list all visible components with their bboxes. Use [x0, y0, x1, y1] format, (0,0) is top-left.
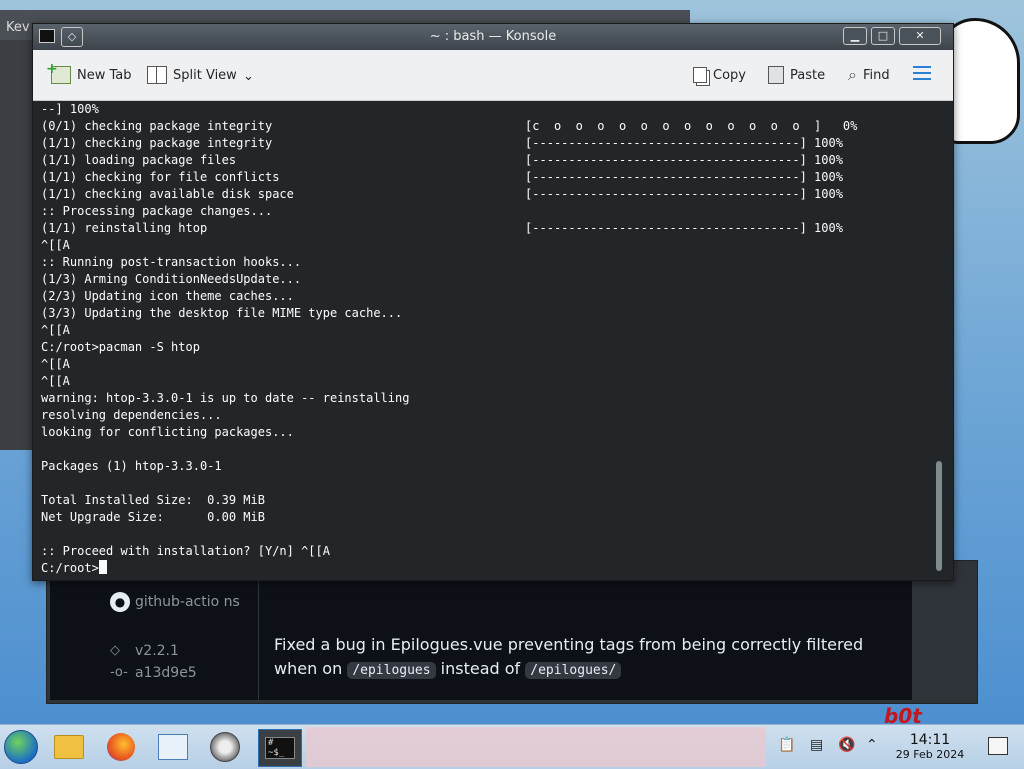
paste-label: Paste — [790, 67, 826, 83]
close-button[interactable]: ✕ — [899, 27, 941, 45]
terminal-line: Total Installed Size: 0.39 MiB — [41, 493, 265, 507]
control-panel-icon — [158, 734, 188, 760]
github-icon: ● — [110, 592, 130, 612]
find-label: Find — [862, 67, 890, 83]
new-tab-label: New Tab — [77, 67, 132, 83]
taskbar-browser[interactable] — [206, 729, 244, 765]
terminal-output: --] 100% (0/1) checking package integrity… — [41, 101, 857, 577]
volume-muted-icon[interactable]: 🔇 — [838, 737, 855, 753]
terminal-line: (1/1) checking available disk space [---… — [41, 187, 843, 201]
terminal-line: (2/3) Updating icon theme caches... — [41, 289, 294, 303]
divider — [258, 560, 259, 702]
start-orb-icon — [4, 730, 38, 764]
release-author[interactable]: github-actio ns — [135, 592, 245, 613]
terminal-line: (3/3) Updating the desktop file MIME typ… — [41, 306, 403, 320]
terminal-line: looking for conflicting packages... — [41, 425, 294, 439]
terminal-line: ^[[A — [41, 374, 70, 388]
hamburger-icon — [913, 66, 931, 80]
commit-icon: -o- — [110, 665, 128, 680]
paste-icon — [768, 66, 784, 84]
terminal-line: ^[[A — [41, 238, 70, 252]
folder-icon — [54, 735, 84, 759]
clock-time: 14:11 — [909, 732, 951, 748]
firefox-icon — [107, 733, 135, 761]
release-notes-code: /epilogues — [347, 662, 436, 679]
terminal-line: ^[[A — [41, 357, 70, 371]
terminal-prompt-line[interactable]: C:/root> — [41, 560, 857, 577]
split-view-button[interactable]: Split View — [147, 64, 237, 86]
terminal-line: C:/root>pacman -S htop — [41, 340, 200, 354]
split-view-label: Split View — [173, 67, 237, 83]
release-notes-code: /epilogues/ — [525, 662, 622, 679]
paste-button[interactable]: Paste — [768, 64, 825, 86]
start-button[interactable] — [2, 729, 40, 765]
terminal-prompt: C:/root> — [41, 561, 99, 575]
clock-date: 29 Feb 2024 — [895, 748, 965, 761]
konsole-window[interactable]: ◇ ~ : bash — Konsole ▁ □ ✕ New Tab Split… — [32, 23, 954, 581]
terminal-line: Net Upgrade Size: 0.00 MiB — [41, 510, 265, 524]
clipboard-icon[interactable]: 📋 — [778, 737, 795, 753]
new-tab-icon — [46, 61, 71, 84]
release-tag[interactable]: v2.2.1 — [135, 643, 179, 659]
copy-button[interactable]: Copy — [693, 64, 746, 86]
background-sidepanel — [0, 40, 36, 450]
maximize-button[interactable]: □ — [871, 27, 895, 45]
split-view-icon — [147, 66, 167, 84]
terminal-line: :: Proceed with installation? [Y/n] ^[[A — [41, 544, 330, 558]
konsole-toolbar: New Tab Split View ⌄ Copy Paste ⌕ Find — [33, 50, 953, 101]
taskbar: # ~$_ 📋 ▤ 🔇 ⌃ 14:11 29 Feb 2024 — [0, 724, 1024, 769]
terminal-line: (1/1) reinstalling htop [---------------… — [41, 221, 843, 235]
terminal-line: (0/1) checking package integrity [c o o … — [41, 119, 858, 133]
taskbar-file-manager[interactable] — [50, 729, 88, 765]
window-titlebar[interactable]: ◇ ~ : bash — Konsole ▁ □ ✕ — [33, 24, 953, 50]
release-notes: Fixed a bug in Epilogues.vue preventing … — [274, 633, 904, 683]
terminal-line: :: Processing package changes... — [41, 204, 273, 218]
taskbar-empty-area — [306, 727, 766, 767]
compass-icon — [210, 732, 240, 762]
terminal-area[interactable]: --] 100% (0/1) checking package integrity… — [33, 101, 939, 579]
terminal-line: Packages (1) htop-3.3.0-1 — [41, 459, 222, 473]
terminal-line: warning: htop-3.3.0-1 is up to date -- r… — [41, 391, 410, 405]
background-window-title: Kev — [6, 20, 30, 35]
show-desktop-button[interactable] — [988, 737, 1008, 755]
terminal-line: resolving dependencies... — [41, 408, 222, 422]
terminal-cursor — [98, 560, 107, 574]
taskbar-control-panel[interactable] — [154, 729, 192, 765]
search-icon: ⌕ — [848, 65, 857, 84]
minimize-button[interactable]: ▁ — [843, 27, 867, 45]
taskbar-konsole[interactable]: # ~$_ — [258, 729, 302, 767]
hamburger-menu-button[interactable] — [913, 62, 931, 84]
terminal-line: (1/1) checking package integrity [------… — [41, 136, 843, 150]
copy-icon — [693, 67, 707, 83]
terminal-icon: # ~$_ — [265, 737, 295, 759]
release-commit[interactable]: a13d9e5 — [135, 665, 197, 681]
new-tab-button[interactable]: New Tab — [46, 61, 132, 86]
notes-icon[interactable]: ▤ — [810, 737, 823, 753]
window-title: ~ : bash — Konsole — [429, 29, 557, 44]
clock[interactable]: 14:11 29 Feb 2024 — [892, 732, 968, 762]
release-notes-text: instead of — [435, 659, 526, 678]
terminal-line: --] 100% — [41, 102, 99, 116]
chevron-up-icon[interactable]: ⌃ — [866, 737, 878, 753]
terminal-line: ^[[A — [41, 323, 70, 337]
terminal-line: :: Running post-transaction hooks... — [41, 255, 302, 269]
tag-icon: ◇ — [110, 643, 120, 658]
terminal-line: (1/1) checking for file conflicts [-----… — [41, 170, 843, 184]
copy-label: Copy — [713, 67, 746, 83]
find-button[interactable]: ⌕ Find — [848, 64, 890, 86]
taskbar-firefox[interactable] — [102, 729, 140, 765]
terminal-line: (1/3) Arming ConditionNeedsUpdate... — [41, 272, 302, 286]
scrollbar-thumb[interactable] — [936, 461, 942, 571]
chevron-down-icon[interactable]: ⌄ — [243, 65, 254, 87]
terminal-line: (1/1) loading package files [-----------… — [41, 153, 843, 167]
